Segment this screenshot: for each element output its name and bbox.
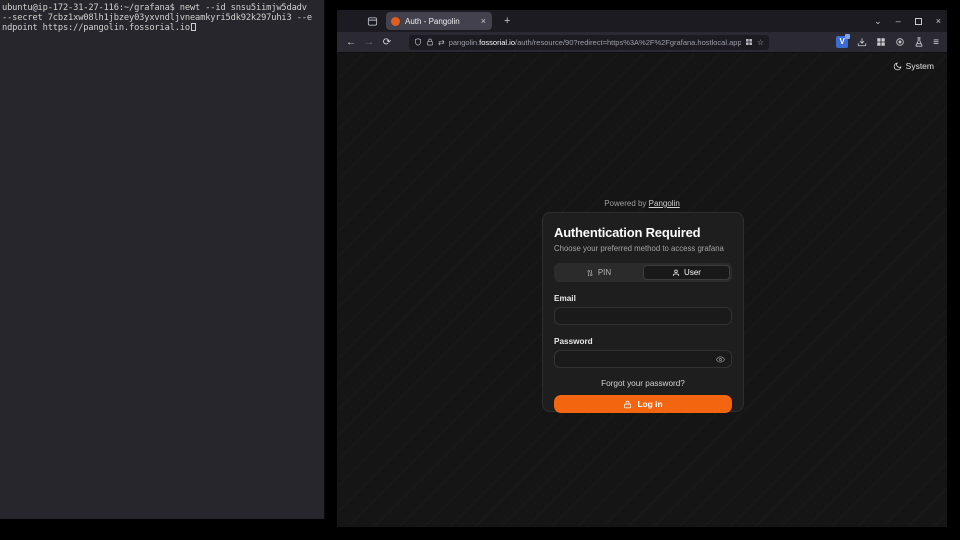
tab-pin[interactable]: PIN [556, 265, 641, 280]
tab-close-icon[interactable]: × [480, 16, 487, 26]
email-field[interactable] [554, 307, 732, 325]
tab-pin-label: PIN [598, 268, 611, 277]
new-tab-button[interactable]: + [500, 15, 514, 27]
auth-card: Authentication Required Choose your pref… [542, 212, 744, 412]
pangolin-link[interactable]: Pangolin [649, 199, 680, 208]
close-window-button[interactable]: × [936, 10, 941, 32]
tab-user[interactable]: User [643, 265, 730, 280]
reload-button[interactable]: ⟳ [379, 37, 395, 48]
browser-titlebar: Auth - Pangolin × + ⌄ – × [337, 10, 947, 32]
target-circle-icon[interactable] [895, 37, 905, 47]
terminal-line: ubuntu@ip-172-31-27-116:~/grafana$ newt … [2, 3, 322, 13]
maximize-button[interactable] [915, 18, 922, 25]
auth-method-tabs: PIN User [554, 263, 732, 282]
terminal-line: --secret 7cbz1xw08lh1jbzey03yxvndljvneam… [2, 13, 322, 23]
email-label: Email [554, 294, 732, 303]
flask-extension-icon[interactable] [914, 37, 924, 47]
bookmark-star-icon[interactable]: ☆ [757, 38, 764, 47]
url-text[interactable]: pangolin.fossorial.io/auth/resource/90?r… [449, 38, 741, 47]
tab-user-label: User [684, 268, 701, 277]
powered-by: Powered by Pangolin [337, 199, 947, 208]
back-button[interactable]: ← [343, 37, 359, 48]
url-path: /auth/resource/90?redirect=https%3A%2F%2… [515, 38, 741, 47]
permissions-swap-icon[interactable]: ⇄ [438, 38, 445, 47]
browser-window: Auth - Pangolin × + ⌄ – × ← → ⟳ ⇄ pangol… [337, 10, 947, 527]
desktop: ubuntu@ip-172-31-27-116:~/grafana$ newt … [0, 0, 960, 540]
terminal-cursor [191, 23, 196, 31]
terminal-line-text: ndpoint https://pangolin.fossorial.io [2, 23, 190, 33]
urlbar-grid-icon[interactable] [745, 38, 753, 46]
card-subtitle: Choose your preferred method to access g… [554, 244, 732, 253]
theme-toggle[interactable]: System [893, 61, 934, 71]
menu-icon[interactable]: ≡ [933, 37, 939, 48]
tab-title: Auth - Pangolin [405, 17, 475, 26]
eye-icon[interactable] [716, 355, 725, 364]
firefox-view-icon[interactable] [363, 13, 381, 29]
binary-icon [586, 269, 594, 277]
minimize-button[interactable]: – [896, 10, 901, 32]
downloads-icon[interactable] [857, 37, 867, 47]
login-lock-icon [623, 400, 632, 409]
toolbar-extensions: V ≡ [836, 36, 941, 48]
lock-icon[interactable] [426, 38, 434, 46]
card-title: Authentication Required [554, 225, 732, 240]
login-button-label: Log in [637, 399, 662, 409]
vimium-extension-icon[interactable]: V [836, 36, 848, 48]
url-bar[interactable]: ⇄ pangolin.fossorial.io/auth/resource/90… [409, 35, 769, 50]
page-content: System Powered by Pangolin Authenticatio… [337, 53, 947, 527]
forward-button[interactable]: → [361, 37, 377, 48]
list-tabs-icon[interactable]: ⌄ [874, 10, 882, 32]
password-label: Password [554, 337, 732, 346]
url-subdomain: pangolin. [449, 38, 479, 47]
url-domain: fossorial.io [479, 38, 515, 47]
pangolin-favicon-icon [391, 17, 400, 26]
powered-prefix: Powered by [604, 199, 648, 208]
user-icon [672, 269, 680, 277]
apps-grid-icon[interactable] [876, 37, 886, 47]
terminal-line: ndpoint https://pangolin.fossorial.io [2, 23, 322, 33]
login-button[interactable]: Log in [554, 395, 732, 413]
browser-navbar: ← → ⟳ ⇄ pangolin.fossorial.io/auth/resou… [337, 32, 947, 53]
moon-icon [893, 62, 902, 71]
terminal-window[interactable]: ubuntu@ip-172-31-27-116:~/grafana$ newt … [0, 0, 325, 519]
tracking-shield-icon[interactable] [414, 38, 422, 46]
extension-badge [845, 34, 850, 39]
theme-label: System [906, 61, 934, 71]
browser-tab[interactable]: Auth - Pangolin × [386, 12, 492, 30]
forgot-password-link[interactable]: Forgot your password? [554, 379, 732, 388]
password-field[interactable] [554, 350, 732, 368]
